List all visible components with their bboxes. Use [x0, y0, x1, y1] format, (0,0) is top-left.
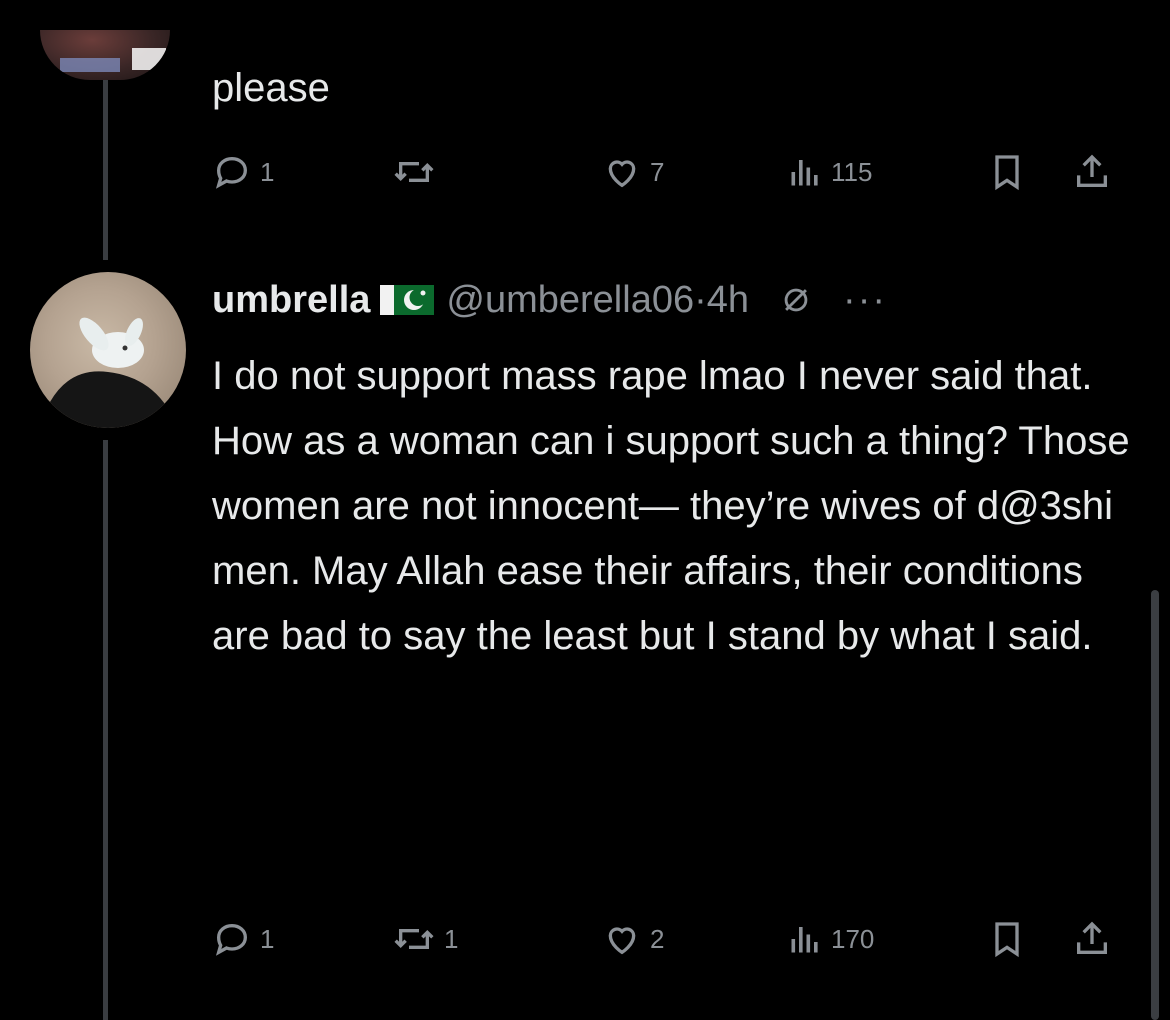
reply-count: 1 [260, 923, 275, 954]
repost-button[interactable]: 1 [392, 919, 602, 959]
bookmark-button[interactable] [987, 152, 1072, 192]
views-chart-icon [791, 160, 818, 186]
bookmark-icon [995, 155, 1019, 191]
reply-button[interactable]: 1 [212, 919, 392, 959]
repost-icon [394, 929, 434, 949]
reply-icon [215, 156, 248, 189]
pakistan-flag-icon [380, 283, 436, 317]
circle-slash-icon [784, 288, 808, 312]
reply-button[interactable]: 1 [212, 152, 392, 192]
heart-icon [608, 927, 636, 955]
reply-icon [215, 923, 248, 956]
bookmark-button[interactable] [987, 919, 1072, 959]
share-icon [1077, 154, 1107, 187]
user-handle[interactable]: @umberella06 [446, 279, 694, 322]
share-icon [1077, 921, 1107, 954]
thread-connector-bottom [103, 440, 108, 1020]
more-options-icon[interactable]: ··· [843, 279, 887, 322]
bookmark-icon [995, 922, 1019, 958]
reply-avatar[interactable] [30, 272, 186, 428]
repost-button[interactable] [392, 152, 602, 192]
separator-dot: · [694, 278, 707, 321]
reply-count: 1 [260, 156, 275, 187]
scrollbar[interactable] [1151, 590, 1159, 1020]
like-count: 7 [650, 156, 665, 187]
display-name[interactable]: umbrella [212, 279, 370, 322]
reply-header: umbrella @umberella06 · 4h ··· [212, 272, 887, 328]
views-button[interactable]: 115 [787, 152, 987, 192]
like-button[interactable]: 2 [602, 919, 787, 959]
views-count: 170 [831, 923, 875, 954]
views-chart-icon [791, 927, 818, 953]
post-time[interactable]: 4h [707, 279, 749, 322]
views-button[interactable]: 170 [787, 919, 987, 959]
previous-post-actions: 1 7 115 [212, 147, 1142, 197]
repost-icon [394, 162, 434, 182]
thread-connector-top [103, 80, 108, 260]
previous-post-avatar[interactable] [40, 30, 170, 80]
share-button[interactable] [1072, 152, 1112, 192]
share-button[interactable] [1072, 919, 1112, 959]
views-count: 115 [831, 156, 873, 187]
like-count: 2 [650, 923, 665, 954]
reply-post-actions: 1 1 2 170 [212, 914, 1142, 964]
reply-text: I do not support mass rape lmao I never … [212, 354, 1141, 658]
repost-count: 1 [444, 923, 459, 954]
heart-icon [608, 160, 636, 188]
previous-post-text: please [212, 66, 330, 110]
like-button[interactable]: 7 [602, 152, 787, 192]
